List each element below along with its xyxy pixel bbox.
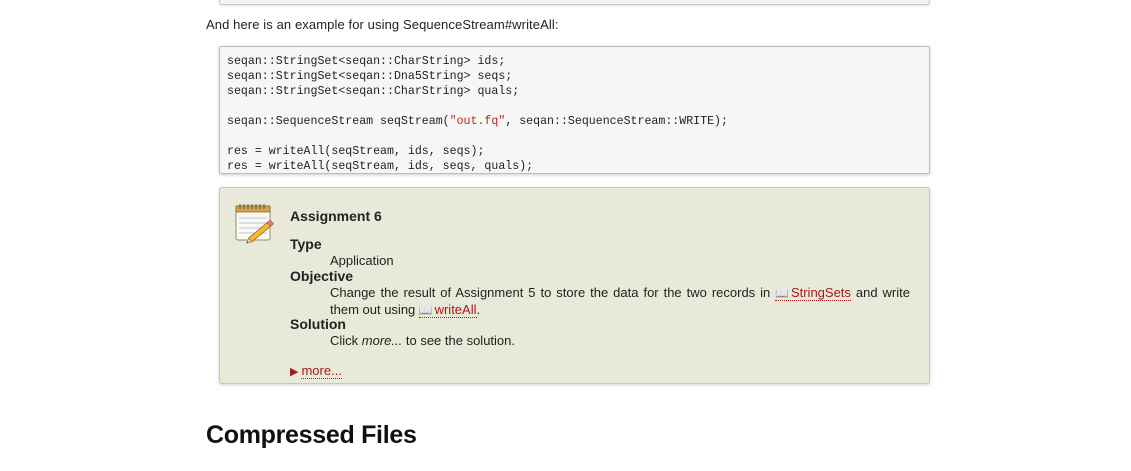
code-line: seqan::SequenceStream seqStream("out.fq"… xyxy=(227,114,922,129)
solution-emphasis: more... xyxy=(361,333,403,348)
solution-text-part: Click xyxy=(330,333,362,348)
solution-text: Click more... to see the solution. xyxy=(330,333,515,348)
open-book-icon: 📖 xyxy=(775,288,789,300)
intro-paragraph: And here is an example for using Sequenc… xyxy=(206,17,559,32)
type-label: Type xyxy=(290,236,322,252)
writeall-link-label: writeAll xyxy=(434,302,477,317)
type-value: Application xyxy=(330,253,394,268)
section-heading: Compressed Files xyxy=(206,421,417,449)
more-toggle-label: more... xyxy=(301,363,342,379)
assignment-box: Assignment 6 Type Application Objective … xyxy=(219,187,930,384)
code-line: res = writeAll(seqStream, ids, seqs, qua… xyxy=(227,160,534,173)
stringsets-link-label: StringSets xyxy=(790,285,851,300)
more-toggle-link[interactable]: ▶ more... xyxy=(290,363,342,379)
assignment-title: Assignment 6 xyxy=(290,208,382,224)
previous-code-block-edge xyxy=(219,0,930,5)
stringsets-link[interactable]: 📖 StringSets xyxy=(775,285,851,301)
objective-label: Objective xyxy=(290,268,354,284)
writeall-link[interactable]: 📖 writeAll xyxy=(418,302,477,318)
code-token: , seqan::SequenceStream::WRITE); xyxy=(505,115,728,128)
solution-label: Solution xyxy=(290,316,346,332)
code-line: res = writeAll(seqStream, ids, seqs); xyxy=(227,145,485,158)
objective-text: Change the result of Assignment 5 to sto… xyxy=(330,285,910,319)
code-line: seqan::StringSet<seqan::CharString> qual… xyxy=(227,85,520,98)
solution-text-part: to see the solution. xyxy=(402,333,515,348)
code-line: seqan::StringSet<seqan::CharString> ids; xyxy=(227,55,506,68)
notepad-pencil-icon xyxy=(233,200,277,244)
code-line: seqan::StringSet<seqan::Dna5String> seqs… xyxy=(227,70,513,83)
open-book-icon: 📖 xyxy=(418,305,433,317)
triangle-right-icon: ▶ xyxy=(290,366,299,378)
code-token: seqan::SequenceStream seqStream( xyxy=(227,115,450,128)
code-string-literal: "out.fq" xyxy=(449,115,506,128)
code-block: seqan::StringSet<seqan::CharString> ids;… xyxy=(219,46,930,174)
objective-text-part: . xyxy=(476,302,481,317)
objective-text-part: Change the result of Assignment 5 to sto… xyxy=(330,285,776,300)
